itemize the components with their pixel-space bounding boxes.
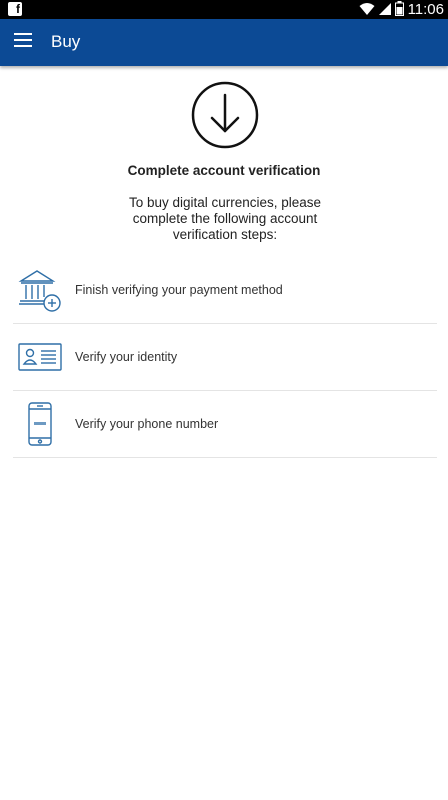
step-label: Finish verifying your payment method	[75, 283, 283, 297]
status-bar: f 11:06	[0, 0, 448, 19]
system-icons	[359, 1, 404, 16]
battery-icon	[395, 1, 404, 16]
phone-icon	[28, 402, 52, 446]
verification-description: To buy digital currencies, please comple…	[128, 195, 322, 242]
bank-add-icon	[18, 270, 61, 312]
signal-icon	[379, 2, 391, 15]
menu-icon[interactable]	[14, 33, 32, 49]
step-phone[interactable]: Verify your phone number	[13, 391, 437, 458]
page-title: Buy	[51, 32, 81, 51]
step-payment-method[interactable]: Finish verifying your payment method	[13, 257, 437, 324]
id-card-icon	[18, 343, 62, 371]
step-label: Verify your identity	[75, 350, 178, 364]
verification-heading: Complete account verification	[127, 163, 321, 178]
step-label: Verify your phone number	[75, 417, 219, 431]
wifi-icon	[359, 2, 375, 15]
app-bar: Buy	[0, 19, 448, 66]
step-identity[interactable]: Verify your identity	[13, 324, 437, 391]
download-circle-icon	[191, 81, 259, 149]
facebook-icon: f	[8, 2, 22, 16]
status-time: 11:06	[407, 1, 444, 18]
